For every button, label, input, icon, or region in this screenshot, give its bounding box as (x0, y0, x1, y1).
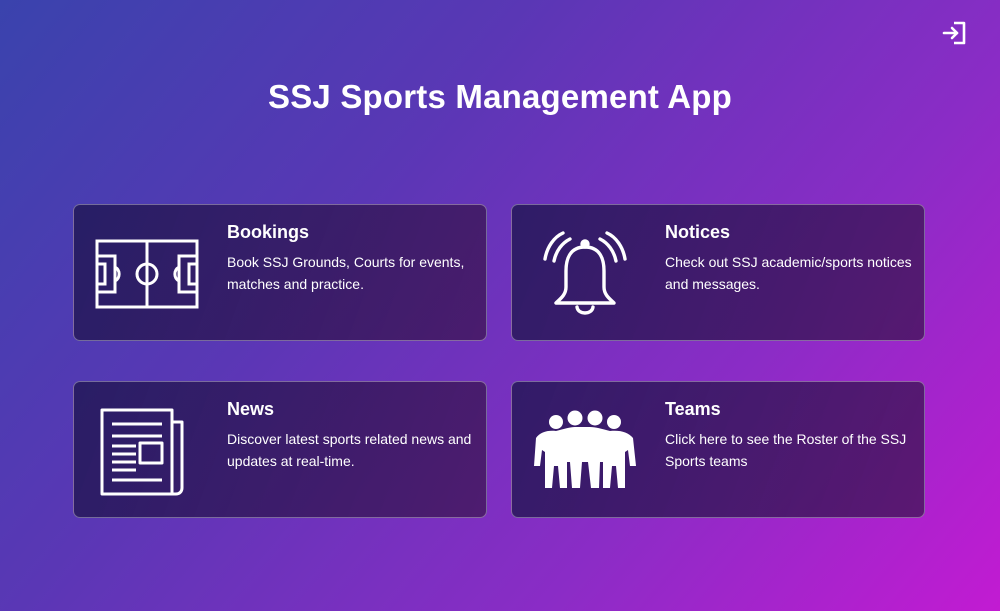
bookings-card[interactable]: Bookings Book SSJ Grounds, Courts for ev… (73, 204, 487, 341)
teams-card[interactable]: Teams Click here to see the Roster of th… (511, 381, 925, 518)
teams-title: Teams (665, 399, 721, 419)
teams-description: Click here to see the Roster of the SSJ … (665, 431, 907, 469)
team-icon (530, 408, 640, 498)
news-title: News (227, 399, 275, 419)
bell-icon (530, 231, 640, 321)
notices-card[interactable]: Notices Check out SSJ academic/sports no… (511, 204, 925, 341)
news-card[interactable]: News Discover latest sports related news… (73, 381, 487, 518)
bookings-title: Bookings (227, 222, 310, 242)
bookings-description: Book SSJ Grounds, Courts for events, mat… (227, 254, 465, 292)
notices-description: Check out SSJ academic/sports notices an… (665, 254, 912, 292)
app-page: SSJ Sports Management App Bookings Book … (0, 0, 1000, 611)
newspaper-icon (92, 408, 202, 498)
news-description: Discover latest sports related news and … (227, 431, 472, 469)
notices-title: Notices (665, 222, 731, 242)
page-title: SSJ Sports Management App (267, 78, 733, 115)
football-field-icon (92, 231, 202, 321)
logout-button[interactable] (941, 20, 967, 46)
logout-icon (942, 21, 966, 45)
